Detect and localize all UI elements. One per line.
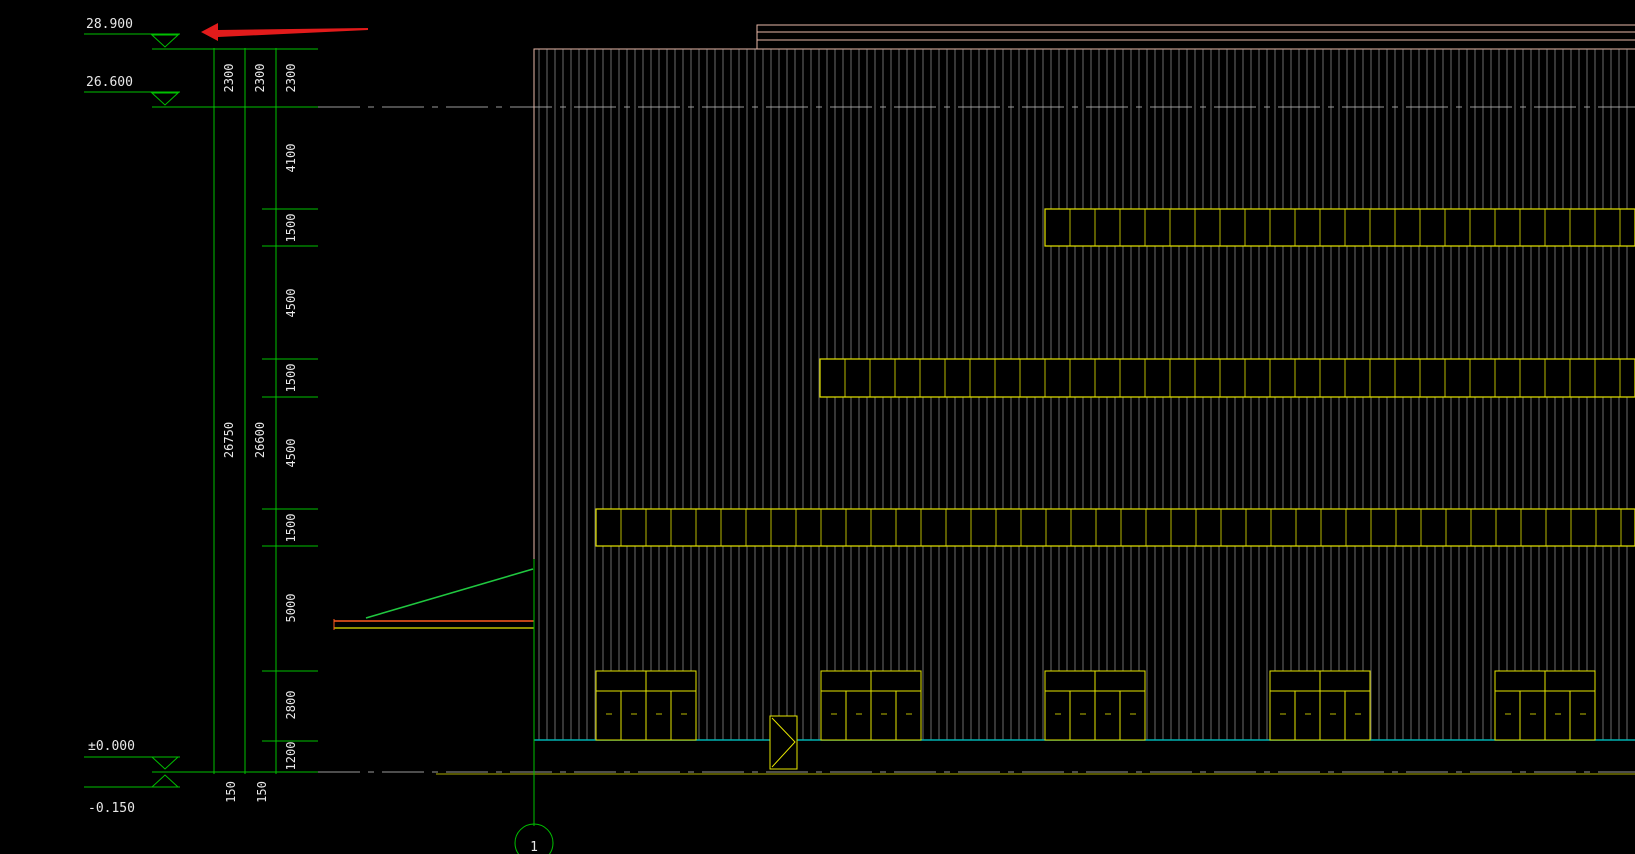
elevation-marker-icon [150, 756, 180, 770]
dim-left-total: 26750 [222, 422, 236, 458]
level-markers: 28.900 26.600 ±0.000 -0.150 [84, 17, 180, 816]
dim-right-0: 2300 [284, 64, 298, 93]
dim-right-2: 1500 [284, 214, 298, 243]
window-band-middle [819, 358, 1635, 398]
elevation-drawing: 28.900 26.600 ±0.000 -0.150 2300 2300 23… [84, 17, 1635, 854]
doors [595, 670, 1596, 741]
axis-label: 1 [530, 840, 538, 854]
level-top-label: 28.900 [86, 17, 133, 32]
dim-bottom-1: 150 [255, 781, 269, 803]
window-bands [595, 208, 1635, 547]
dimension-texts: 2300 2300 2300 4100 1500 4500 1500 4500 … [222, 64, 298, 803]
level-eave-label: 26.600 [86, 75, 133, 90]
grid-lines [318, 106, 1635, 773]
entrance-door [1269, 670, 1371, 741]
dim-left-top: 2300 [222, 64, 236, 93]
elevation-marker-icon [150, 774, 180, 788]
entrance-door [1494, 670, 1596, 741]
level-ground: ±0.000 [84, 739, 180, 770]
dim-middle-top: 2300 [253, 64, 267, 93]
canopy [333, 568, 534, 630]
level-base-label: -0.150 [88, 801, 135, 816]
dim-right-8: 2800 [284, 691, 298, 720]
level-eave: 26.600 [84, 75, 180, 106]
entrance-door [1044, 670, 1146, 741]
entrance-door [595, 670, 697, 741]
dim-middle-total: 26600 [253, 422, 267, 458]
dim-right-6: 1500 [284, 514, 298, 543]
elevation-marker-icon [150, 34, 180, 48]
window-band-upper [1044, 208, 1635, 247]
ground-line [436, 739, 1635, 775]
dim-bottom-0: 150 [224, 781, 238, 803]
level-ground-label: ±0.000 [88, 739, 135, 754]
dim-right-4: 1500 [284, 364, 298, 393]
level-base: -0.150 [84, 774, 180, 816]
entrance-door [820, 670, 922, 741]
service-door [769, 715, 798, 770]
dim-right-5: 4500 [284, 439, 298, 468]
dim-right-7: 5000 [284, 594, 298, 623]
window-band-lower [595, 508, 1635, 547]
elevation-marker-icon [150, 92, 180, 106]
red-arrow-icon [201, 23, 368, 41]
level-top: 28.900 [84, 17, 180, 48]
dim-right-3: 4500 [284, 289, 298, 318]
dim-right-9: 1200 [284, 742, 298, 771]
dim-right-1: 4100 [284, 144, 298, 173]
